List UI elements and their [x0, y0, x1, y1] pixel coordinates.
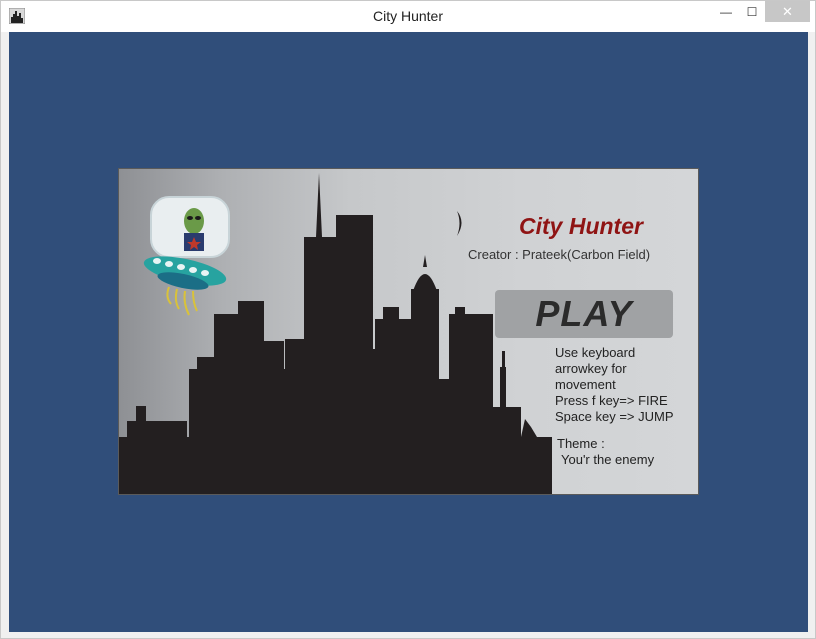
creator-credit: Creator : Prateek(Carbon Field) [468, 247, 651, 262]
instruction-line: movement [555, 377, 616, 392]
instruction-line: Space key => JUMP [555, 409, 674, 424]
game-title: City Hunter [519, 213, 643, 239]
instruction-line: Press f key=> FIRE [555, 393, 668, 408]
theme-text: Theme : You'r the enemy [557, 436, 654, 468]
instruction-line: Use keyboard [555, 345, 636, 360]
minimize-button[interactable]: — [713, 1, 739, 22]
theme-label: Theme : [557, 436, 605, 451]
ufo-alien-illustration [143, 196, 230, 316]
moon-icon [457, 211, 462, 236]
title-bar[interactable]: City Hunter — ☐ ✕ [1, 1, 815, 32]
theme-value: You'r the enemy [561, 452, 655, 467]
close-button[interactable]: ✕ [765, 1, 810, 22]
play-button[interactable]: PLAY [495, 290, 673, 338]
instruction-line: arrowkey for [555, 361, 627, 376]
game-client-area: City Hunter Creator : Prateek(Carbon Fie… [9, 32, 808, 632]
window-title: City Hunter [372, 8, 444, 24]
instructions-text: Use keyboard arrowkey for movement Press… [555, 345, 674, 425]
maximize-button[interactable]: ☐ [739, 1, 765, 22]
app-window: City Hunter — ☐ ✕ City Hunter Creator: … [0, 0, 816, 639]
game-start-screen[interactable]: City Hunter Creator : Prateek(Carbon Fie… [118, 168, 699, 495]
